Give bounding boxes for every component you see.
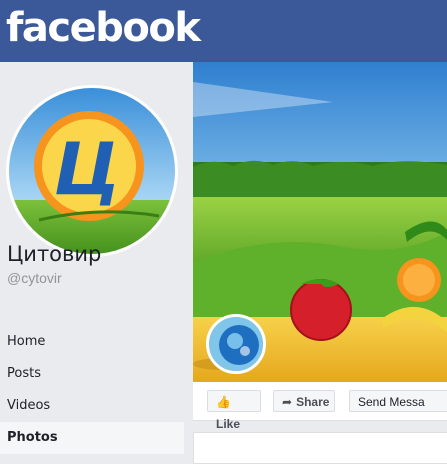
tablet-thumbnail[interactable]: [206, 314, 266, 374]
like-button[interactable]: 👍 Like: [207, 390, 261, 431]
profile-picture[interactable]: Ц: [6, 85, 178, 257]
action-bar: 👍 Like ➦ Share Send Messa: [193, 382, 447, 431]
thumbs-up-icon: 👍: [216, 395, 231, 409]
profile-logo-letter: Ц: [54, 127, 121, 211]
send-message-button[interactable]: Send Messa: [349, 390, 447, 412]
like-label: Like: [216, 417, 241, 431]
sidebar-nav: Home Posts Videos Photos: [0, 326, 184, 454]
profile-logo-icon: Ц: [9, 88, 175, 254]
sidebar-item-videos[interactable]: Videos: [0, 390, 184, 422]
share-label: Share: [296, 395, 330, 409]
page-title[interactable]: Цитовир: [7, 242, 101, 266]
page-handle[interactable]: @cytovir: [7, 270, 62, 286]
share-button[interactable]: ➦ Share: [273, 390, 335, 412]
share-arrow-icon: ➦: [282, 395, 293, 409]
sidebar-item-posts[interactable]: Posts: [0, 358, 184, 390]
facebook-logo[interactable]: facebook: [6, 0, 201, 59]
send-message-label: Send Messa: [358, 395, 425, 409]
sidebar-item-photos[interactable]: Photos: [0, 422, 184, 454]
content-card: [193, 432, 447, 464]
top-bar: facebook: [0, 0, 447, 62]
sidebar-item-home[interactable]: Home: [0, 326, 184, 358]
